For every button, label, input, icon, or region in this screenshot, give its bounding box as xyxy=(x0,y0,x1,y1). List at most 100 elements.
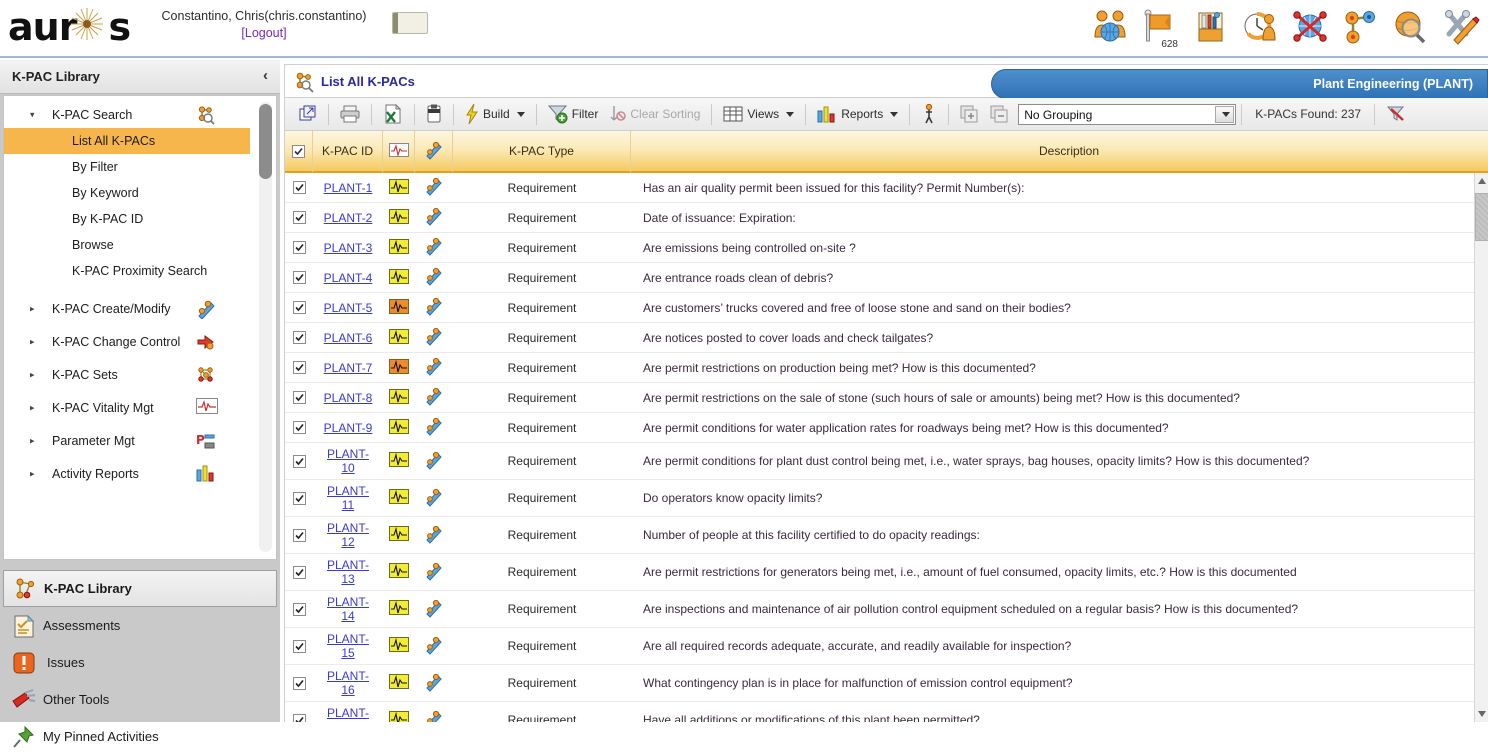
row-checkbox[interactable] xyxy=(292,454,306,468)
table-row[interactable]: PLANT-6 Requirement Are notices posted to … xyxy=(285,323,1475,353)
select-all-checkbox[interactable] xyxy=(292,144,305,158)
chevron-right-icon[interactable]: ▸ xyxy=(30,435,40,446)
kpac-id-cell[interactable]: PLANT-17 xyxy=(313,702,383,722)
row-checkbox-cell[interactable] xyxy=(285,628,313,664)
kpac-link-cell[interactable] xyxy=(415,383,453,412)
vitality-icon[interactable] xyxy=(389,358,409,377)
table-row[interactable]: PLANT-17 Requirement Have all additions or… xyxy=(285,702,1475,722)
vitality-icon[interactable] xyxy=(389,298,409,317)
table-row[interactable]: PLANT-9 Requirement Are permit conditions … xyxy=(285,413,1475,443)
table-row[interactable]: PLANT-2 Requirement Date of issuance: Expi… xyxy=(285,203,1475,233)
logout-link[interactable]: [Logout] xyxy=(241,26,286,40)
sidebar-item-kpac-proximity-search[interactable]: K-PAC Proximity Search xyxy=(4,258,250,284)
sidebar-scrollbar-thumb[interactable] xyxy=(259,104,272,179)
vitality-cell[interactable] xyxy=(383,591,415,627)
row-checkbox[interactable] xyxy=(292,639,306,653)
vitality-cell[interactable] xyxy=(383,702,415,722)
kpac-id-cell[interactable]: PLANT-6 xyxy=(313,323,383,352)
globe-network-icon[interactable] xyxy=(1290,7,1330,49)
person-run-button[interactable] xyxy=(915,101,943,128)
row-checkbox[interactable] xyxy=(292,241,306,254)
table-scrollbar-thumb[interactable] xyxy=(1475,193,1488,241)
clock-person-icon[interactable] xyxy=(1240,7,1280,49)
column-header-kpac-type[interactable]: K-PAC Type xyxy=(453,131,631,172)
kpac-link-icon[interactable] xyxy=(424,176,444,199)
search-globe-icon[interactable] xyxy=(1390,7,1430,49)
app-logo[interactable]: aur s xyxy=(8,2,136,50)
kpac-id-link[interactable]: PLANT- 16 xyxy=(327,669,369,697)
table-row[interactable]: PLANT- 15 Requirement Are all required reco… xyxy=(285,628,1475,665)
kpac-link-icon[interactable] xyxy=(424,206,444,229)
table-row[interactable]: PLANT- 10 Requirement Are permit conditions… xyxy=(285,443,1475,480)
column-header-select-all[interactable] xyxy=(285,131,313,172)
vitality-icon[interactable] xyxy=(389,674,409,692)
kpac-id-cell[interactable]: PLANT-4 xyxy=(313,263,383,292)
kpac-id-cell[interactable]: PLANT-1 xyxy=(313,173,383,202)
vitality-icon[interactable] xyxy=(389,238,409,257)
kpac-link-icon[interactable] xyxy=(424,561,444,584)
row-checkbox[interactable] xyxy=(292,361,306,374)
vitality-cell[interactable] xyxy=(383,293,415,322)
vitality-cell[interactable] xyxy=(383,517,415,553)
vitality-cell[interactable] xyxy=(383,263,415,292)
sidebar-collapse-icon[interactable]: ‹ xyxy=(263,67,268,84)
row-checkbox-cell[interactable] xyxy=(285,517,313,553)
row-checkbox-cell[interactable] xyxy=(285,293,313,322)
column-header-kpac-link[interactable] xyxy=(415,131,453,172)
table-row[interactable]: PLANT-4 Requirement Are entrance roads cle… xyxy=(285,263,1475,293)
table-row[interactable]: PLANT- 11 Requirement Do operators know opa… xyxy=(285,480,1475,517)
sidebar-group-kpac-search[interactable]: ▾ K-PAC Search xyxy=(4,102,250,128)
clear-filter-button[interactable] xyxy=(1380,101,1412,128)
kpac-id-link[interactable]: PLANT- 15 xyxy=(327,632,369,660)
vitality-cell[interactable] xyxy=(383,203,415,232)
row-checkbox[interactable] xyxy=(292,565,306,579)
sidebar-item-by-keyword[interactable]: By Keyword xyxy=(4,180,250,206)
kpac-link-cell[interactable] xyxy=(415,702,453,722)
kpac-id-link[interactable]: PLANT- 10 xyxy=(327,447,369,475)
sidebar-item-my-pinned-activities[interactable]: My Pinned Activities xyxy=(3,718,277,755)
row-checkbox[interactable] xyxy=(292,602,306,616)
print-button[interactable] xyxy=(334,101,366,128)
chevron-right-icon[interactable]: ▸ xyxy=(30,402,40,413)
kpac-link-cell[interactable] xyxy=(415,480,453,516)
row-checkbox-cell[interactable] xyxy=(285,203,313,232)
vitality-cell[interactable] xyxy=(383,353,415,382)
vitality-icon[interactable] xyxy=(389,418,409,437)
kpac-id-cell[interactable]: PLANT- 10 xyxy=(313,443,383,479)
sidebar-group-kpac-create-modify[interactable]: ▸ K-PAC Create/Modify xyxy=(4,292,250,325)
collapse-all-button[interactable] xyxy=(984,101,1014,128)
kpac-link-icon[interactable] xyxy=(424,450,444,473)
table-row[interactable]: PLANT- 14 Requirement Are inspections and m… xyxy=(285,591,1475,628)
kpac-id-link[interactable]: PLANT-1 xyxy=(324,181,373,195)
chevron-right-icon[interactable]: ▸ xyxy=(30,303,40,314)
sidebar-scrollbar[interactable] xyxy=(259,102,272,552)
table-row[interactable]: PLANT- 13 Requirement Are permit restrictio… xyxy=(285,554,1475,591)
kpac-link-cell[interactable] xyxy=(415,233,453,262)
vitality-cell[interactable] xyxy=(383,665,415,701)
flag-icon[interactable]: 628 xyxy=(1140,7,1180,50)
vitality-cell[interactable] xyxy=(383,383,415,412)
vitality-icon[interactable] xyxy=(389,489,409,507)
vitality-icon[interactable] xyxy=(389,178,409,197)
row-checkbox[interactable] xyxy=(292,331,306,344)
kpac-id-cell[interactable]: PLANT-3 xyxy=(313,233,383,262)
kpac-link-cell[interactable] xyxy=(415,263,453,292)
vitality-cell[interactable] xyxy=(383,233,415,262)
grouping-select[interactable]: No Grouping xyxy=(1018,103,1237,125)
expand-all-button[interactable] xyxy=(954,101,984,128)
sidebar-item-kpac-library[interactable]: K-PAC Library xyxy=(3,570,277,607)
kpac-id-cell[interactable]: PLANT-5 xyxy=(313,293,383,322)
row-checkbox-cell[interactable] xyxy=(285,702,313,722)
row-checkbox[interactable] xyxy=(292,271,306,284)
chevron-right-icon[interactable]: ▸ xyxy=(30,468,40,479)
kpac-link-cell[interactable] xyxy=(415,173,453,202)
column-header-description[interactable]: Description xyxy=(631,131,1488,172)
table-row[interactable]: PLANT- 16 Requirement What contingency plan… xyxy=(285,665,1475,702)
row-checkbox[interactable] xyxy=(292,211,306,224)
vitality-icon[interactable] xyxy=(389,526,409,544)
kpac-link-icon[interactable] xyxy=(424,598,444,621)
vitality-cell[interactable] xyxy=(383,323,415,352)
chevron-down-icon[interactable] xyxy=(516,111,525,117)
chevron-down-icon[interactable] xyxy=(1215,105,1235,123)
kpac-link-cell[interactable] xyxy=(415,517,453,553)
